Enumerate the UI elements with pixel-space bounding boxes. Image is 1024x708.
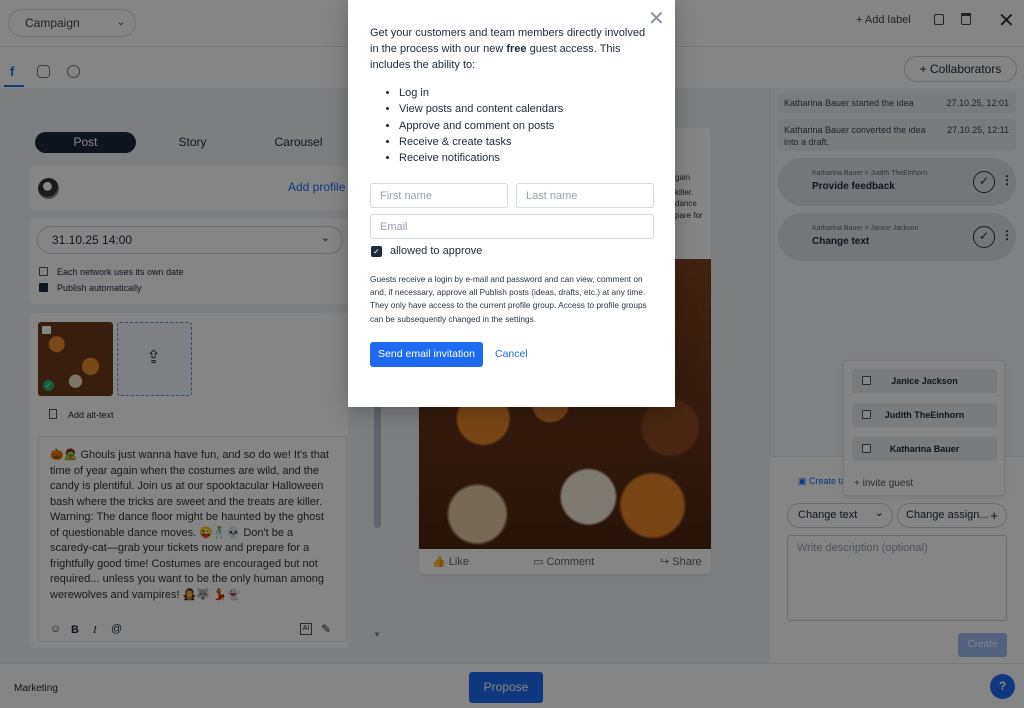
- guest-description: Guests receive a login by e-mail and pas…: [370, 274, 647, 324]
- intro-free: free: [506, 43, 527, 55]
- ability-item: Receive notifications: [399, 150, 563, 166]
- ability-item: View posts and content calendars: [399, 101, 563, 117]
- email-field[interactable]: Email: [370, 214, 654, 239]
- guest-access-modal: ✕ Get your customers and team members di…: [348, 0, 675, 407]
- cancel-link[interactable]: Cancel: [495, 348, 528, 360]
- abilities-list: Log in View posts and content calendars …: [399, 85, 563, 166]
- allowed-to-approve-checkbox[interactable]: ✓: [371, 246, 382, 257]
- first-name-field[interactable]: First name: [370, 183, 508, 208]
- ability-item: Approve and comment on posts: [399, 118, 563, 134]
- last-name-field[interactable]: Last name: [516, 183, 654, 208]
- ability-item: Log in: [399, 85, 563, 101]
- send-invitation-button[interactable]: Send email invitation: [370, 342, 483, 367]
- ability-item: Receive & create tasks: [399, 134, 563, 150]
- modal-intro: Get your customers and team members dire…: [370, 25, 655, 73]
- allowed-to-approve-label: allowed to approve: [390, 245, 483, 257]
